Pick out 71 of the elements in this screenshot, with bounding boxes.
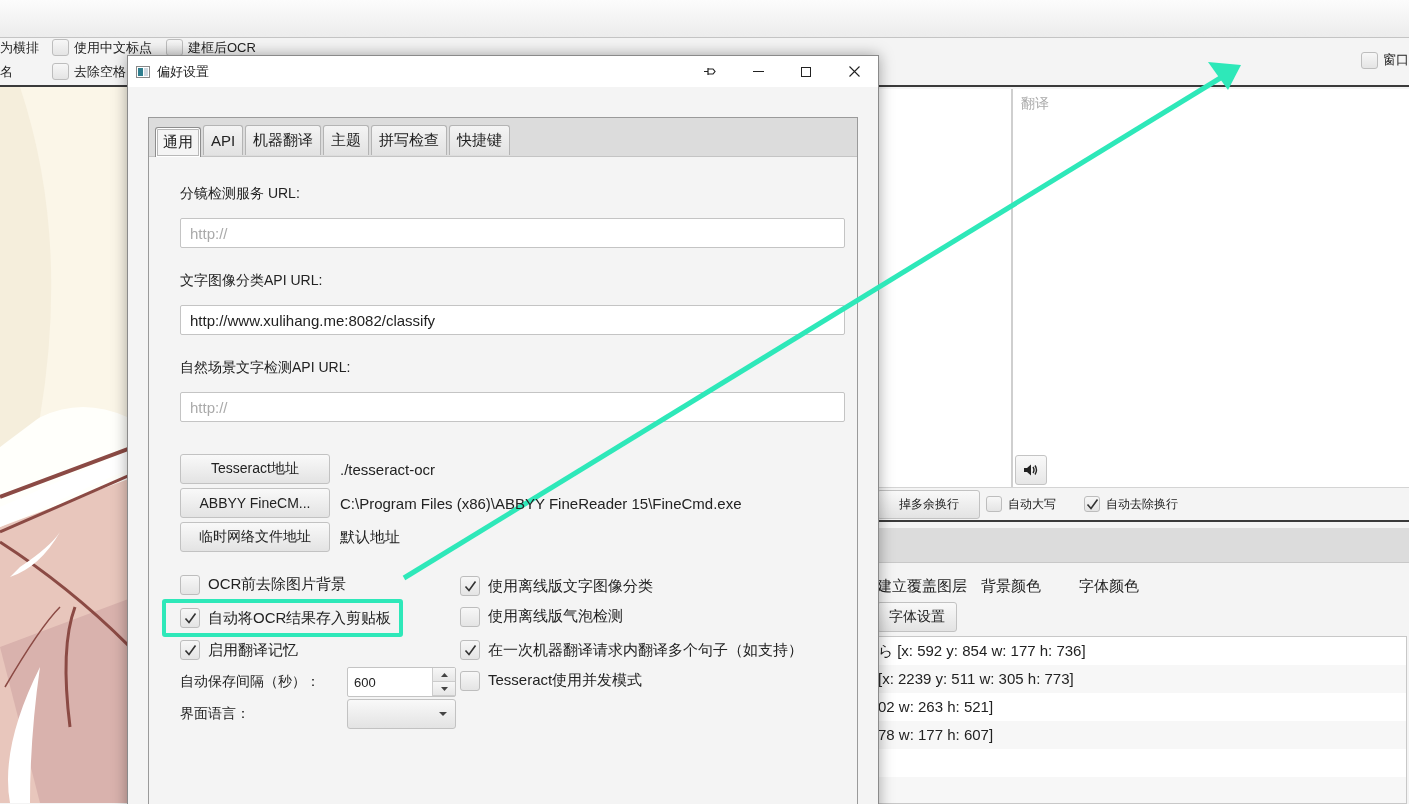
checkbox-label: 使用中文标点: [74, 38, 152, 57]
checkbox[interactable]: [1084, 496, 1100, 512]
checkbox-label: 在一次机器翻译请求内翻译多个句子（如支持）: [488, 640, 803, 660]
checkbox[interactable]: [986, 496, 1002, 512]
checkbox[interactable]: [52, 63, 69, 80]
checkmark-icon: [183, 612, 197, 624]
checkbox-label: 窗口: [1383, 51, 1409, 69]
caret-down-icon: [439, 712, 447, 716]
minimize-icon: [752, 71, 764, 72]
increment-button[interactable]: [433, 668, 455, 682]
checkbox-label: 建框后OCR: [188, 38, 256, 57]
checkbox[interactable]: [180, 608, 200, 628]
list-item[interactable]: 78 w: 177 h: 607]: [878, 721, 1406, 749]
checkbox[interactable]: [180, 574, 200, 595]
checkbox-label: 自动将OCR结果存入剪贴板: [208, 608, 392, 628]
list-item[interactable]: 02 w: 263 h: 521]: [878, 693, 1406, 721]
overlay-label: 背景颜色: [981, 577, 1041, 596]
checkbox[interactable]: [460, 670, 480, 691]
checkbox[interactable]: [52, 39, 69, 56]
checkbox-label: 启用翻译记忆: [208, 640, 298, 660]
path-value: ./tesseract-ocr: [340, 460, 436, 478]
field-label: 自动保存间隔（秒）：: [180, 673, 321, 691]
checkbox[interactable]: [460, 606, 480, 627]
tab[interactable]: 快捷键: [449, 125, 511, 155]
toolbar-label: 为横排: [0, 38, 39, 57]
checkbox[interactable]: [460, 640, 480, 660]
caret-up-icon: [440, 672, 448, 677]
list-item[interactable]: [x: 2239 y: 511 w: 305 h: 773]: [878, 665, 1406, 693]
tab[interactable]: 通用: [155, 127, 201, 157]
autosave-spinner[interactable]: 600: [347, 667, 456, 697]
maximize-icon: [801, 66, 811, 77]
tab[interactable]: API: [203, 125, 244, 155]
checkbox-label: 自动去除换行: [1106, 495, 1178, 513]
pin-icon: [704, 67, 716, 76]
caret-down-icon: [440, 686, 448, 691]
remove-newlines-button[interactable]: 掉多余换行: [877, 489, 980, 519]
checkmark-icon: [183, 644, 197, 656]
path-button[interactable]: Tesseract地址: [180, 454, 330, 484]
app-icon: [136, 65, 150, 78]
list-item[interactable]: ら [x: 592 y: 854 w: 177 h: 736]: [878, 637, 1406, 665]
font-settings-button[interactable]: 字体设置: [877, 602, 957, 632]
checkbox[interactable]: [460, 576, 480, 596]
checkbox-label: Tesseract使用并发模式: [488, 671, 643, 690]
checkbox-label: 去除空格: [74, 62, 126, 81]
tab[interactable]: 拼写检查: [371, 125, 448, 155]
checkbox-label: 使用离线版文字图像分类: [488, 576, 653, 596]
window-title: 偏好设置: [157, 62, 209, 81]
url-field[interactable]: http://www.xulihang.me:8082/classify: [180, 305, 845, 335]
checkbox-label: OCR前去除图片背景: [208, 575, 347, 594]
checkmark-icon: [463, 580, 477, 592]
decrement-button[interactable]: [433, 682, 455, 696]
checkmark-icon: [463, 644, 477, 656]
checkbox[interactable]: [180, 640, 200, 660]
path-value: 默认地址: [340, 527, 400, 547]
close-icon: [848, 66, 860, 77]
field-label: 文字图像分类API URL:: [180, 272, 324, 290]
path-button[interactable]: ABBYY FineCM...: [180, 488, 330, 518]
checkbox-label: 自动大写: [1008, 495, 1056, 513]
path-button[interactable]: 临时网络文件地址: [180, 522, 330, 552]
overlay-label: 字体颜色: [1079, 577, 1139, 596]
field-label: 分镜检测服务 URL:: [180, 185, 301, 203]
checkbox[interactable]: [1361, 51, 1378, 69]
field-label: 自然场景文字检测API URL:: [180, 359, 352, 377]
tab[interactable]: 机器翻译: [245, 125, 322, 155]
toolbar-label: 名: [0, 62, 14, 81]
tab[interactable]: 主题: [323, 125, 370, 155]
speaker-icon: [1024, 464, 1038, 476]
speaker-button[interactable]: [1015, 455, 1047, 485]
field-label: 界面语言：: [180, 705, 251, 723]
checkmark-icon: [1085, 498, 1099, 510]
checkbox-label: 使用离线版气泡检测: [488, 607, 623, 626]
